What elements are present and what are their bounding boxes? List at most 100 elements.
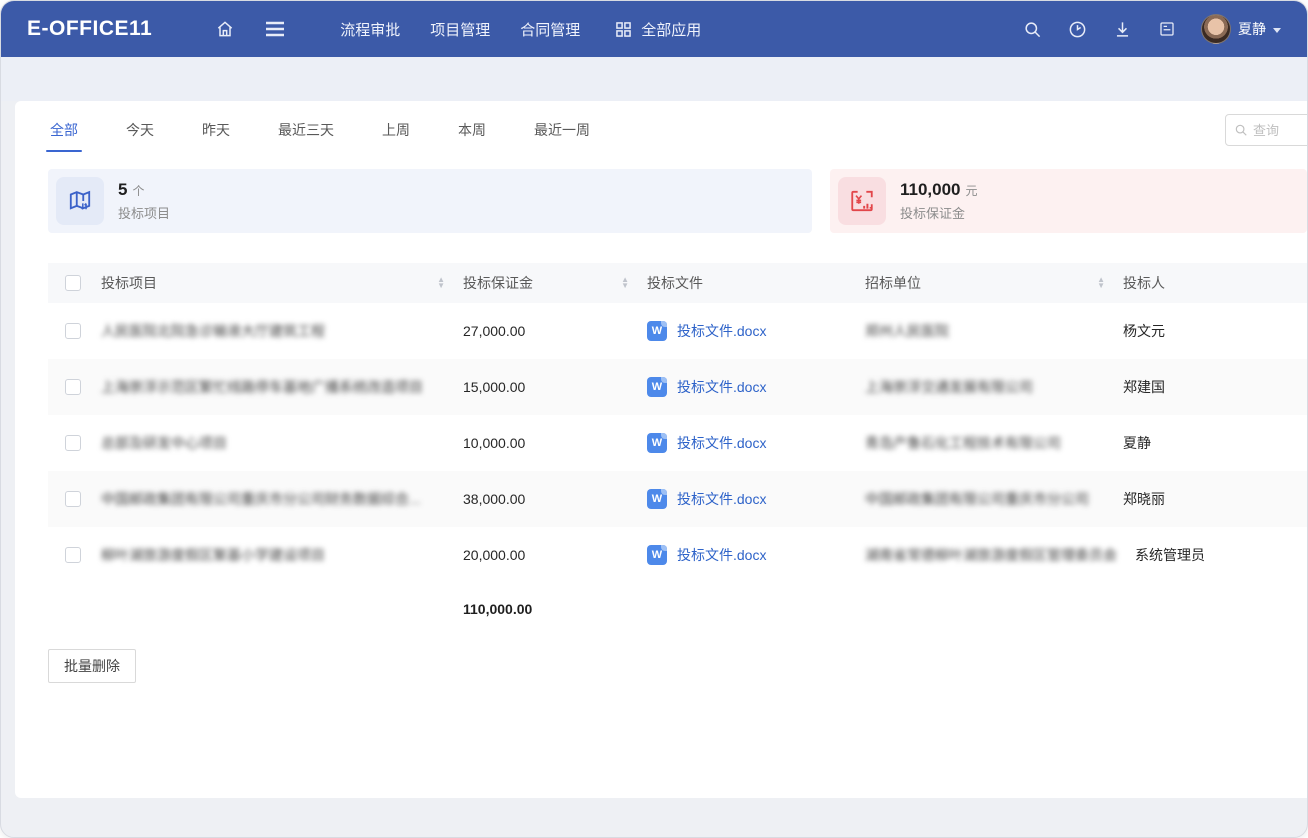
deposit-value: 27,000.00 — [463, 323, 525, 339]
app-window: E-OFFICE11 流程审批 项目管理 合同管理 全部应用 — [0, 0, 1308, 838]
nav-item-project[interactable]: 项目管理 — [430, 19, 490, 40]
table-row: 上海崇浮示范区繁忙线路停车基地广播系统改造项目 15,000.00 W 投标文件… — [48, 359, 1307, 415]
deposit-value: 15,000.00 — [463, 379, 525, 395]
yuan-chart-icon — [838, 177, 886, 225]
filter-tabs-row: 全部 今天 昨天 最近三天 上周 本周 最近一周 — [15, 101, 1307, 159]
row-checkbox[interactable] — [65, 547, 81, 563]
project-name: 柳叶湖旅游度假区聚基小学建设项目 — [101, 545, 325, 565]
tender-unit: 上海崇浮交通发展有限公司 — [865, 377, 1033, 397]
main-nav: 流程审批 项目管理 合同管理 — [340, 19, 580, 40]
tab-recent-week[interactable]: 最近一周 — [532, 102, 592, 158]
table-header-row: 投标项目 ▲▼ 投标保证金 ▲▼ 投标文件 招标单位 ▲▼ 投标人 — [48, 263, 1307, 303]
stat-card-deposit: 110,000 元 投标保证金 — [830, 169, 1307, 233]
row-checkbox[interactable] — [65, 379, 81, 395]
note-icon[interactable] — [1156, 18, 1178, 40]
tender-unit: 青岛产鲁石化工程技术有限公司 — [865, 433, 1061, 453]
project-name: 人民医院北院急诊输液大厅建筑工程 — [101, 321, 325, 341]
tab-today[interactable]: 今天 — [124, 102, 156, 158]
bidder-name: 郑晓丽 — [1123, 491, 1165, 507]
sort-amount-icon[interactable]: ▲▼ — [621, 277, 629, 289]
content-card: 全部 今天 昨天 最近三天 上周 本周 最近一周 5 — [15, 101, 1307, 798]
bidder-name: 系统管理员 — [1135, 547, 1205, 563]
word-file-icon: W — [647, 377, 667, 397]
table-row: 总部及研发中心项目 10,000.00 W 投标文件.docx 青岛产鲁石化工程… — [48, 415, 1307, 471]
bidder-name: 夏静 — [1123, 435, 1151, 451]
clock-icon[interactable] — [1066, 18, 1088, 40]
stat-card-projects: 5 个 投标项目 — [48, 169, 812, 233]
row-checkbox[interactable] — [65, 491, 81, 507]
all-apps-label: 全部应用 — [641, 19, 701, 40]
table-row: 柳叶湖旅游度假区聚基小学建设项目 20,000.00 W 投标文件.docx 湖… — [48, 527, 1307, 583]
sort-project-icon[interactable]: ▲▼ — [437, 277, 445, 289]
deposit-value: 10,000.00 — [463, 435, 525, 451]
search-icon[interactable] — [1021, 18, 1043, 40]
search-input[interactable] — [1253, 123, 1307, 138]
bidder-name: 杨文元 — [1123, 323, 1165, 339]
nav-item-contract[interactable]: 合同管理 — [520, 19, 580, 40]
search-icon — [1234, 123, 1248, 137]
table-row: 人民医院北院急诊输液大厅建筑工程 27,000.00 W 投标文件.docx 郑… — [48, 303, 1307, 359]
row-checkbox[interactable] — [65, 435, 81, 451]
table-total-row: 110,000.00 — [48, 583, 1307, 635]
user-name: 夏静 — [1238, 19, 1266, 39]
download-icon[interactable] — [1111, 18, 1133, 40]
word-file-icon: W — [647, 545, 667, 565]
tender-unit: 中国邮政集团有限公司重庆市分公司 — [865, 489, 1089, 509]
bidder-name: 郑建国 — [1123, 379, 1165, 395]
menu-icon[interactable] — [264, 18, 286, 40]
sort-unit-icon[interactable]: ▲▼ — [1097, 277, 1105, 289]
bid-file-link[interactable]: 投标文件.docx — [677, 433, 766, 453]
project-name: 上海崇浮示范区繁忙线路停车基地广播系统改造项目 — [101, 377, 423, 397]
col-header-unit: 招标单位 — [865, 273, 921, 293]
col-header-file: 投标文件 — [647, 273, 703, 293]
word-file-icon: W — [647, 489, 667, 509]
tab-yesterday[interactable]: 昨天 — [200, 102, 232, 158]
filter-tabs: 全部 今天 昨天 最近三天 上周 本周 最近一周 — [48, 102, 592, 158]
projects-unit: 个 — [132, 182, 144, 199]
projects-count: 5 — [118, 180, 127, 200]
bid-file-link[interactable]: 投标文件.docx — [677, 489, 766, 509]
nav-item-workflow[interactable]: 流程审批 — [340, 19, 400, 40]
deposit-value: 38,000.00 — [463, 491, 525, 507]
all-apps-button[interactable]: 全部应用 — [612, 18, 701, 40]
tender-unit: 湖南省常德柳叶湖旅游度假区管理委员会 — [865, 545, 1117, 565]
app-logo: E-OFFICE11 — [27, 17, 152, 41]
bid-file-link[interactable]: 投标文件.docx — [677, 321, 766, 341]
row-checkbox[interactable] — [65, 323, 81, 339]
deposit-unit: 元 — [966, 182, 978, 199]
projects-label: 投标项目 — [118, 203, 170, 222]
tab-this-week[interactable]: 本周 — [456, 102, 488, 158]
chevron-down-icon — [1273, 28, 1281, 33]
table-row: 中国邮政集团有限公司重庆市分公司财务数据综合... 38,000.00 W 投标… — [48, 471, 1307, 527]
user-menu[interactable]: 夏静 — [1201, 14, 1281, 44]
top-navigation-bar: E-OFFICE11 流程审批 项目管理 合同管理 全部应用 — [1, 1, 1307, 57]
stat-cards: 5 个 投标项目 110,000 元 投标保证金 — [48, 169, 1307, 233]
col-header-project: 投标项目 — [101, 273, 157, 293]
bids-table: 投标项目 ▲▼ 投标保证金 ▲▼ 投标文件 招标单位 ▲▼ 投标人 人民医院北院… — [48, 263, 1307, 635]
tab-last-week[interactable]: 上周 — [380, 102, 412, 158]
deposit-value: 20,000.00 — [463, 547, 525, 563]
background-band — [1, 57, 1307, 101]
total-deposit: 110,000.00 — [463, 601, 532, 617]
topbar-actions: 夏静 — [1021, 14, 1281, 44]
tender-unit: 郑州人民医院 — [865, 321, 949, 341]
map-icon — [56, 177, 104, 225]
home-icon[interactable] — [214, 18, 236, 40]
batch-delete-button[interactable]: 批量删除 — [48, 649, 136, 683]
grid-icon — [612, 18, 634, 40]
word-file-icon: W — [647, 433, 667, 453]
bid-file-link[interactable]: 投标文件.docx — [677, 545, 766, 565]
word-file-icon: W — [647, 321, 667, 341]
col-header-amount: 投标保证金 — [463, 273, 533, 293]
project-name: 总部及研发中心项目 — [101, 433, 227, 453]
col-header-bidder: 投标人 — [1123, 275, 1165, 291]
deposit-amount: 110,000 — [900, 180, 961, 200]
deposit-label: 投标保证金 — [900, 203, 978, 222]
tab-all[interactable]: 全部 — [48, 102, 80, 158]
avatar — [1201, 14, 1231, 44]
search-box[interactable] — [1225, 114, 1307, 146]
tab-last-three-days[interactable]: 最近三天 — [276, 102, 336, 158]
project-name: 中国邮政集团有限公司重庆市分公司财务数据综合... — [101, 489, 421, 509]
bid-file-link[interactable]: 投标文件.docx — [677, 377, 766, 397]
select-all-checkbox[interactable] — [65, 275, 81, 291]
